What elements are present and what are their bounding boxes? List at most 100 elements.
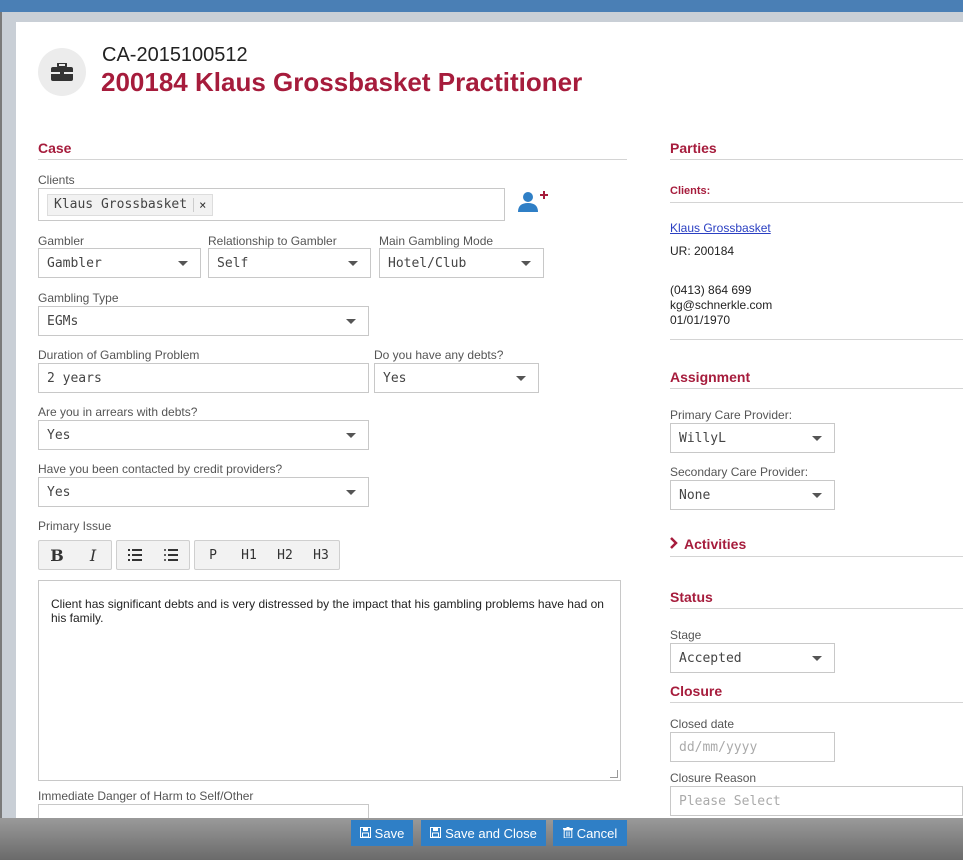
relationship-label: Relationship to Gambler	[208, 234, 337, 248]
case-number: CA-2015100512	[102, 44, 248, 66]
gambling-type-value: EGMs	[47, 313, 79, 329]
danger-label: Immediate Danger of Harm to Self/Other	[38, 789, 254, 803]
h1-button[interactable]: H1	[231, 541, 267, 569]
chevron-down-icon	[812, 656, 822, 661]
debts-label: Do you have any debts?	[374, 348, 504, 362]
primary-provider-select[interactable]: WillyL	[670, 423, 835, 453]
floppy-icon	[430, 826, 442, 841]
contacted-select[interactable]: Yes	[38, 477, 369, 507]
client-link[interactable]: Klaus Grossbasket	[670, 221, 771, 235]
secondary-provider-label: Secondary Care Provider:	[670, 465, 809, 479]
contacted-value: Yes	[47, 484, 71, 500]
closure-reason-placeholder: Please Select	[679, 793, 781, 809]
chevron-down-icon	[346, 433, 356, 438]
client-tag-label: Klaus Grossbasket	[54, 197, 188, 212]
gambling-type-select[interactable]: EGMs	[38, 306, 369, 336]
primary-issue-label: Primary Issue	[38, 519, 112, 533]
trash-icon	[562, 826, 573, 841]
client-ur: UR: 200184	[670, 244, 735, 258]
relationship-select[interactable]: Self	[208, 248, 371, 278]
divider	[670, 202, 963, 203]
chevron-down-icon	[521, 261, 531, 266]
add-client-icon[interactable]	[518, 188, 550, 214]
save-button[interactable]: Save	[351, 820, 413, 846]
save-and-close-label: Save and Close	[445, 825, 537, 841]
closure-reason-select[interactable]: Please Select	[670, 786, 963, 816]
italic-button[interactable]: I	[75, 541, 111, 569]
cancel-button[interactable]: Cancel	[553, 820, 627, 846]
window-top-bar	[0, 0, 963, 12]
floppy-icon	[359, 826, 371, 841]
danger-select[interactable]	[38, 804, 369, 818]
activities-heading: Activities	[684, 536, 747, 552]
divider	[670, 388, 963, 389]
chevron-down-icon	[348, 261, 358, 266]
save-label: Save	[374, 825, 405, 841]
duration-label: Duration of Gambling Problem	[38, 348, 200, 362]
closed-date-label: Closed date	[670, 717, 735, 731]
assignment-heading: Assignment	[670, 369, 751, 385]
contacted-label: Have you been contacted by credit provid…	[38, 462, 283, 476]
divider	[670, 556, 963, 557]
gambler-select[interactable]: Gambler	[38, 248, 201, 278]
activities-toggle[interactable]: Activities	[670, 536, 746, 552]
divider	[670, 608, 963, 609]
closed-date-placeholder: dd/mm/yyyy	[679, 739, 758, 755]
primary-issue-editor[interactable]: Client has significant debts and is very…	[38, 580, 621, 781]
duration-input[interactable]: 2 years	[38, 363, 369, 393]
closed-date-input[interactable]: dd/mm/yyyy	[670, 732, 835, 762]
save-and-close-button[interactable]: Save and Close	[421, 820, 546, 846]
primary-issue-text: Client has significant debts and is very…	[51, 597, 604, 625]
resize-handle[interactable]	[610, 770, 618, 778]
arrears-value: Yes	[47, 427, 71, 443]
divider	[38, 159, 627, 160]
chevron-down-icon	[812, 436, 822, 441]
client-email: kg@schnerkle.com	[670, 298, 773, 312]
divider	[670, 339, 963, 340]
client-tag: Klaus Grossbasket ×	[47, 193, 214, 216]
chevron-down-icon	[346, 319, 356, 324]
chevron-down-icon	[178, 261, 188, 266]
gambler-value: Gambler	[47, 255, 102, 271]
closure-heading: Closure	[670, 683, 723, 699]
closure-reason-label: Closure Reason	[670, 771, 757, 785]
chevron-down-icon	[516, 376, 526, 381]
gambling-type-label: Gambling Type	[38, 291, 119, 305]
gambler-label: Gambler	[38, 234, 85, 248]
relationship-value: Self	[217, 255, 249, 271]
divider	[670, 159, 963, 160]
client-phone: (0413) 864 699	[670, 283, 752, 297]
divider	[670, 702, 963, 703]
parties-clients-heading: Clients:	[670, 185, 711, 197]
page-title: 200184 Klaus Grossbasket Practitioner	[101, 67, 583, 97]
h2-button[interactable]: H2	[267, 541, 303, 569]
stage-label: Stage	[670, 628, 702, 642]
clients-label: Clients	[38, 173, 75, 187]
bold-button[interactable]: B	[39, 541, 75, 569]
debts-value: Yes	[383, 370, 407, 386]
clients-input[interactable]: Klaus Grossbasket ×	[38, 188, 505, 221]
ordered-list-icon[interactable]	[117, 541, 153, 569]
stage-select[interactable]: Accepted	[670, 643, 835, 673]
primary-provider-label: Primary Care Provider:	[670, 408, 793, 422]
editor-toolbar: B I P H1 H2 H3	[38, 540, 340, 570]
chevron-down-icon	[346, 490, 356, 495]
case-panel: CA-2015100512 200184 Klaus Grossbasket P…	[16, 22, 963, 818]
secondary-provider-select[interactable]: None	[670, 480, 835, 510]
mode-label: Main Gambling Mode	[379, 234, 494, 248]
h3-button[interactable]: H3	[303, 541, 339, 569]
briefcase-icon	[38, 48, 86, 96]
status-heading: Status	[670, 589, 713, 605]
duration-value: 2 years	[47, 370, 102, 386]
primary-provider-value: WillyL	[679, 430, 726, 446]
bullet-list-icon[interactable]	[153, 541, 189, 569]
remove-client-button[interactable]: ×	[193, 197, 206, 212]
parties-heading: Parties	[670, 140, 717, 156]
arrears-select[interactable]: Yes	[38, 420, 369, 450]
chevron-right-icon	[670, 536, 678, 552]
mode-value: Hotel/Club	[388, 255, 467, 271]
mode-select[interactable]: Hotel/Club	[379, 248, 544, 278]
debts-select[interactable]: Yes	[374, 363, 539, 393]
paragraph-button[interactable]: P	[195, 541, 231, 569]
case-heading: Case	[38, 140, 72, 156]
